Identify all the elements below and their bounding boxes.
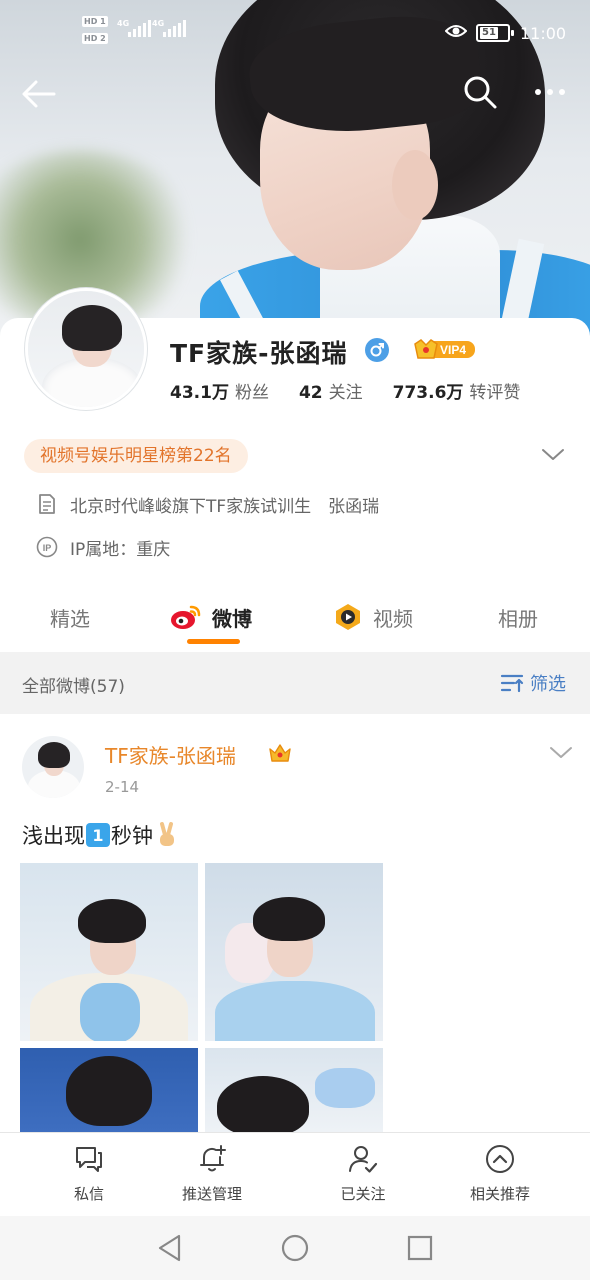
tab-label: 微博 [212,606,252,631]
engagement-count: 773.6万 [392,383,464,403]
chevron-down-icon[interactable] [540,444,566,464]
message-icon [76,1147,102,1172]
filter-label: 筛选 [530,674,566,695]
action-label: 推送管理 [181,1185,242,1203]
followers-label: 粉丝 [234,383,269,403]
engagement-stat[interactable]: 773.6万 转评赞 [393,378,521,403]
weibo-logo-icon [171,605,201,629]
followers-count: 43.1万 [170,383,229,403]
search-icon[interactable] [462,74,498,110]
action-label: 私信 [73,1185,104,1203]
push-settings-button[interactable]: 推送管理 [152,1143,272,1204]
username: TF家族-张函瑞 [170,339,348,368]
action-label: 相关推荐 [469,1185,530,1203]
system-nav-bar [0,1216,590,1280]
action-bar: 私信 推送管理 已关注 相关推荐 [0,1132,590,1216]
user-check-icon [349,1146,378,1173]
nav-back-icon[interactable] [155,1233,185,1263]
active-tab-indicator [187,639,240,644]
following-stat[interactable]: 42 关注 [299,378,363,403]
video-icon [336,604,360,630]
post-text: 浅出现 1 秒钟 [22,820,179,850]
post-author[interactable]: TF家族-张函瑞 [105,740,236,769]
victory-hand-icon [160,822,174,846]
filter-icon [500,674,524,693]
bio-text: 北京时代峰峻旗下TF家族试训生 张函瑞 [70,496,380,517]
sim1-label: HD 1 [82,16,108,27]
post-card[interactable]: TF家族-张函瑞 2-14 浅出现 1 秒钟 [0,714,590,1134]
post-image[interactable] [20,1048,198,1132]
post-text-part: 浅出现 [22,824,85,848]
nav-recents-icon[interactable] [405,1233,435,1263]
sim-indicators: HD 1 HD 2 [82,16,110,45]
post-avatar[interactable] [22,736,84,798]
engagement-label: 转评赞 [469,383,521,403]
followers-stat[interactable]: 43.1万 粉丝 [170,378,269,403]
more-icon[interactable] [530,82,570,102]
tab-label: 视频 [373,606,413,631]
profile-stats: 43.1万 粉丝 42 关注 773.6万 转评赞 [170,378,520,403]
profile-tabs: 精选 微博 视频 相册 [0,590,590,650]
post-date: 2-14 [105,778,140,796]
post-image[interactable] [20,863,198,1041]
ip-label: IP属地： [70,539,137,560]
document-icon [39,494,55,514]
post-count: 全部微博(57) [22,677,125,697]
ip-location-icon: IP [36,536,58,558]
tab-video[interactable]: 视频 [333,590,413,644]
followed-button[interactable]: 已关注 [303,1143,423,1204]
tab-featured[interactable]: 精选 [50,590,90,644]
post-image[interactable] [205,863,383,1041]
status-bar: HD 1 HD 2 4G 4G 51 11:00 [0,0,590,68]
chevron-down-icon[interactable] [548,744,574,762]
crown-icon [269,744,291,762]
male-gender-icon [365,338,389,362]
tab-label: 精选 [50,606,90,631]
signal-icon [128,20,151,37]
rank-badge[interactable]: 视频号娱乐明星榜第22名 [24,439,248,473]
tab-weibo[interactable]: 微博 [170,590,252,644]
post-text-part: 秒钟 [111,824,153,848]
action-label: 已关注 [340,1185,386,1203]
vip-level: VIP4 [440,343,466,357]
recommendations-button[interactable]: 相关推荐 [440,1143,560,1204]
post-image[interactable] [205,1048,383,1132]
ip-row: IP IP属地： 重庆 [36,533,170,561]
nav-home-icon[interactable] [280,1233,310,1263]
filter-bar: 全部微博(57) 筛选 [0,652,590,714]
filter-button[interactable]: 筛选 [500,670,566,696]
bell-plus-icon [200,1145,226,1172]
clock: 11:00 [520,24,567,43]
eye-icon [445,25,467,37]
vip-badge[interactable]: VIP4 [413,336,477,362]
chevron-up-circle-icon [486,1145,514,1173]
battery-icon: 51 [476,24,514,42]
battery-level: 51 [480,27,498,39]
tab-album[interactable]: 相册 [498,590,538,644]
avatar[interactable] [25,288,147,410]
sim2-label: HD 2 [82,33,108,44]
message-button[interactable]: 私信 [29,1143,149,1204]
following-count: 42 [298,383,323,403]
tab-label: 相册 [498,606,538,631]
svg-text:IP: IP [43,543,52,553]
bio-row: 北京时代峰峻旗下TF家族试训生 张函瑞 [36,490,379,518]
following-label: 关注 [328,383,363,403]
number-emoji: 1 [86,823,110,847]
back-arrow-icon[interactable] [18,74,58,114]
signal-icon [163,20,186,37]
ip-value: 重庆 [136,539,171,560]
